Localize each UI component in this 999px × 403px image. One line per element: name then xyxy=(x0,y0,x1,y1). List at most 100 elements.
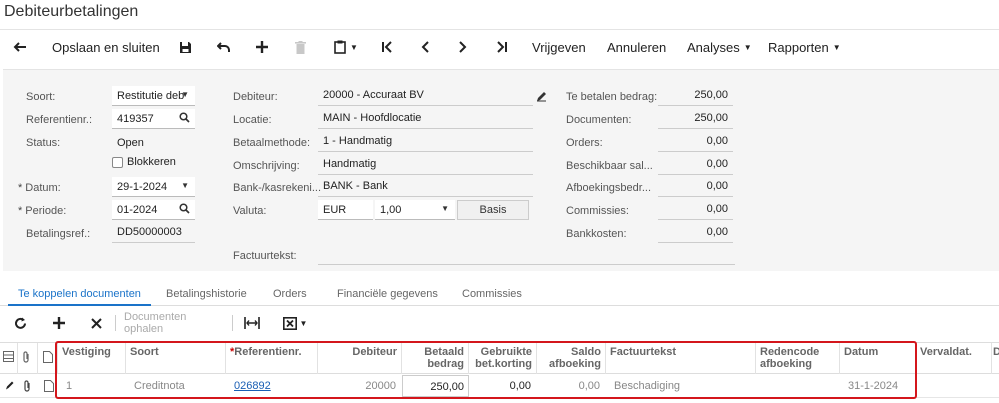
method-label: Betaalmethode: xyxy=(233,137,311,149)
save-close-button[interactable]: Opslaan en sluiten xyxy=(52,31,162,63)
method-field[interactable]: 1 - Handmatig xyxy=(318,132,533,152)
period-label: * Periode: xyxy=(18,205,67,217)
writeoff-field: 0,00 xyxy=(658,177,733,197)
delete-button[interactable] xyxy=(290,31,310,63)
chevron-down-icon: ▼ xyxy=(743,42,752,52)
cell-invoice-text: Beschadiging xyxy=(614,380,681,392)
block-checkbox[interactable] xyxy=(112,157,123,168)
copy-paste-menu[interactable]: ▼ xyxy=(332,31,360,63)
note-icon xyxy=(38,343,58,374)
last-page-icon xyxy=(497,41,507,53)
desc-label: Omschrijving: xyxy=(233,160,300,172)
col-truncated: D xyxy=(993,346,999,358)
table-row[interactable]: 1 Creditnota 026892 20000 250,00 0,00 0,… xyxy=(0,374,999,398)
reports-label: Rapporten xyxy=(768,39,829,55)
grid-header: Vestiging Soort *Referentienr. Debiteur … xyxy=(0,342,999,374)
tab-commissions[interactable]: Commissies xyxy=(462,284,522,306)
col-customer[interactable]: Debiteur xyxy=(318,343,402,374)
page-title: Debiteurbetalingen xyxy=(4,3,139,20)
location-field[interactable]: MAIN - Hoofdlocatie xyxy=(318,109,533,129)
col-balance-line2: afboeking xyxy=(549,358,601,370)
col-paid[interactable]: Betaald bedrag xyxy=(402,343,469,374)
type-select[interactable]: Restitutie deb ▼ xyxy=(112,86,195,106)
chevron-down-icon: ▼ xyxy=(181,181,189,190)
first-record-button[interactable] xyxy=(377,31,397,63)
col-discount-line2: bet.korting xyxy=(475,358,532,370)
cancel-button[interactable]: Annuleren xyxy=(607,31,669,63)
reports-menu[interactable]: Rapporten ▼ xyxy=(768,31,843,63)
fit-columns-button[interactable] xyxy=(241,311,263,335)
cell-ref-link[interactable]: 026892 xyxy=(230,374,318,398)
invoice-text-label: Factuurtekst: xyxy=(233,250,297,262)
tab-orders[interactable]: Orders xyxy=(273,284,307,306)
cell-reason[interactable] xyxy=(760,374,840,398)
payref-field[interactable]: DD50000003 xyxy=(112,223,195,243)
amount-field[interactable]: 250,00 xyxy=(658,86,733,106)
undo-button[interactable] xyxy=(214,31,234,63)
status-value: Open xyxy=(117,137,144,149)
date-picker[interactable]: 29-1-2024 ▼ xyxy=(112,177,195,197)
row-attachment-icon[interactable] xyxy=(20,374,38,398)
rate-value: 1,00 xyxy=(380,203,402,216)
desc-field[interactable]: Handmatig xyxy=(318,155,533,175)
customer-field[interactable]: 20000 - Accuraat BV xyxy=(318,86,533,106)
export-excel-menu[interactable]: ▼ xyxy=(280,311,310,335)
tab-financial[interactable]: Financiële gegevens xyxy=(337,284,438,306)
col-invoice-text[interactable]: Factuurtekst xyxy=(606,343,756,374)
col-ref-label: Referentienr. xyxy=(234,346,302,358)
excel-export-icon xyxy=(282,316,297,330)
col-reason[interactable]: Redencode afboeking xyxy=(756,343,840,374)
back-button[interactable] xyxy=(8,31,32,63)
col-paid-line1: Betaald xyxy=(424,346,464,358)
basis-button[interactable]: Basis xyxy=(457,200,529,220)
add-button[interactable] xyxy=(252,31,272,63)
release-button[interactable]: Vrijgeven xyxy=(532,31,592,63)
undo-icon xyxy=(217,42,230,52)
chevron-down-icon: ▼ xyxy=(181,90,189,99)
customer-label: Debiteur: xyxy=(233,91,278,103)
row-edit-icon[interactable] xyxy=(2,374,18,398)
last-record-button[interactable] xyxy=(492,31,512,63)
available-field: 0,00 xyxy=(658,155,733,175)
commissions-field: 0,00 xyxy=(658,200,733,220)
x-icon xyxy=(90,317,102,329)
cash-account-field[interactable]: BANK - Bank xyxy=(318,177,533,197)
pencil-icon[interactable] xyxy=(536,91,547,102)
col-balance[interactable]: Saldo afboeking xyxy=(537,343,606,374)
rate-select[interactable]: 1,00 ▼ xyxy=(375,200,455,220)
add-row-button[interactable] xyxy=(49,311,69,335)
previous-record-button[interactable] xyxy=(415,31,435,63)
col-date[interactable]: Datum xyxy=(840,343,916,374)
chevron-right-icon xyxy=(459,41,467,53)
remove-row-button[interactable] xyxy=(86,311,106,335)
col-discount[interactable]: Gebruikte bet.korting xyxy=(469,343,537,374)
analyses-menu[interactable]: Analyses ▼ xyxy=(687,31,757,63)
cell-paid-amount-input[interactable]: 250,00 xyxy=(402,375,469,397)
invoice-text-field[interactable] xyxy=(318,245,735,265)
ref-selector[interactable]: 419357 xyxy=(112,109,195,129)
attachment-icon xyxy=(18,343,38,374)
orders-label: Orders: xyxy=(566,137,603,149)
tab-documents[interactable]: Te koppelen documenten xyxy=(8,284,151,306)
tab-payment-history[interactable]: Betalingshistorie xyxy=(166,284,247,306)
cell-type: Creditnota xyxy=(134,380,185,392)
load-documents-button[interactable]: Documenten ophalen xyxy=(124,311,224,335)
col-type[interactable]: Soort xyxy=(126,343,226,374)
refresh-icon xyxy=(14,317,26,329)
save-button[interactable] xyxy=(175,31,195,63)
first-page-icon xyxy=(382,41,392,53)
cell-discount[interactable]: 0,00 xyxy=(469,374,535,398)
bankcosts-field[interactable]: 0,00 xyxy=(658,223,733,243)
next-record-button[interactable] xyxy=(453,31,473,63)
col-branch[interactable]: Vestiging xyxy=(58,343,126,374)
refresh-button[interactable] xyxy=(10,311,30,335)
col-ref[interactable]: *Referentienr. xyxy=(226,343,318,374)
col-due-date[interactable]: Vervaldat. xyxy=(916,343,992,374)
period-selector[interactable]: 01-2024 xyxy=(112,200,195,220)
trash-icon xyxy=(294,40,306,54)
col-paid-line2: bedrag xyxy=(427,358,464,370)
payref-label: Betalingsref.: xyxy=(26,228,91,240)
currency-label: Valuta: xyxy=(233,205,267,217)
row-note-icon[interactable] xyxy=(40,374,58,398)
currency-field[interactable]: EUR xyxy=(318,200,373,220)
